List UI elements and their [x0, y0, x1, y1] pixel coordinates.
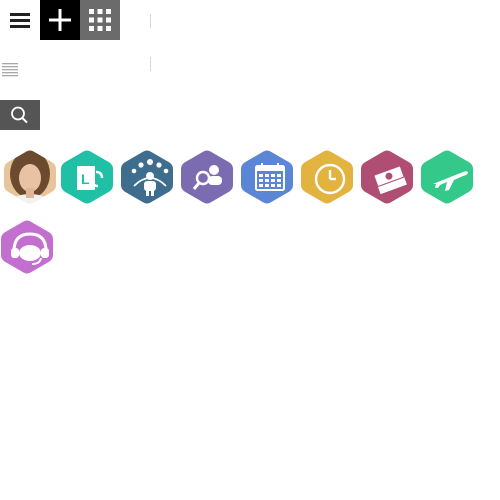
person-search-icon [181, 150, 233, 204]
leave-exchange-icon: L [61, 150, 113, 204]
calendar-icon [241, 150, 293, 204]
toolbar-divider [150, 57, 151, 71]
app-tile-profile[interactable] [0, 148, 60, 212]
app-tile-recruitment[interactable] [180, 148, 240, 212]
menu-button[interactable] [0, 0, 40, 40]
app-grid-icon [89, 9, 111, 31]
money-cash-icon [361, 150, 413, 204]
app-tile-calendar[interactable] [240, 148, 300, 212]
app-tile-timesheet[interactable] [300, 148, 360, 212]
apps-grid-button[interactable] [80, 0, 120, 40]
team-people-icon [121, 150, 173, 204]
app-tile-travel[interactable] [420, 148, 480, 212]
add-button[interactable] [40, 0, 80, 40]
list-lines-icon [2, 63, 18, 77]
airplane-icon [421, 150, 473, 204]
top-toolbar [0, 0, 120, 40]
search-icon [11, 106, 28, 124]
plus-icon [49, 9, 71, 31]
app-tile-expenses[interactable] [360, 148, 420, 212]
svg-text:L: L [81, 171, 90, 187]
search-button[interactable] [0, 100, 40, 130]
app-launcher: L [0, 148, 500, 288]
app-tile-leave-request[interactable]: L [60, 148, 120, 212]
app-tile-team[interactable] [120, 148, 180, 212]
toolbar-divider [150, 14, 151, 28]
list-view-button[interactable] [2, 62, 20, 83]
clock-icon [301, 150, 353, 204]
app-tile-helpdesk[interactable] [0, 218, 60, 282]
user-avatar-icon [4, 150, 56, 204]
headset-support-icon [1, 220, 53, 274]
hamburger-menu-icon [10, 13, 30, 28]
